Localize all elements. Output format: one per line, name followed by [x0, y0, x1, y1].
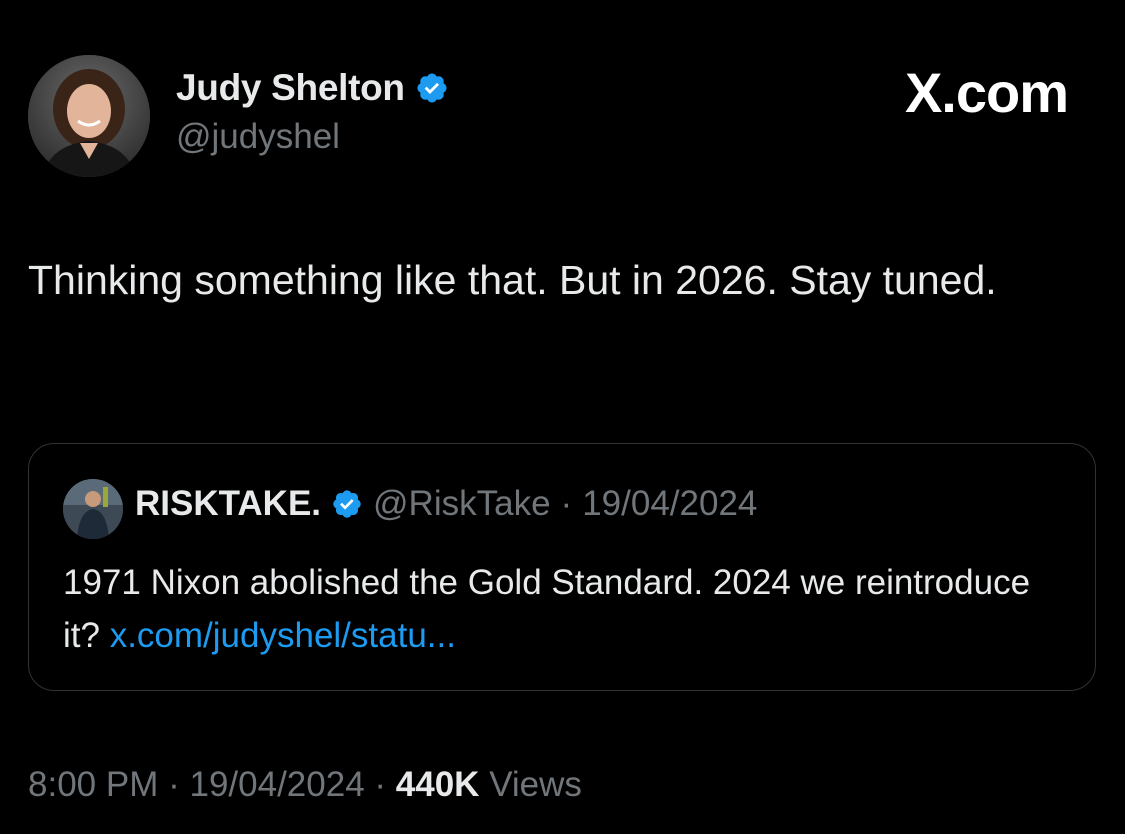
- verified-badge-icon: [331, 488, 363, 520]
- author-info: Judy Shelton @judyshel: [176, 65, 449, 157]
- quote-author-avatar[interactable]: [63, 479, 123, 539]
- author-avatar-image: [28, 55, 150, 177]
- tweet-date[interactable]: 19/04/2024: [189, 765, 364, 804]
- x-com-logo: X.com: [904, 61, 1069, 124]
- quote-author-handle[interactable]: @RiskTake: [373, 484, 551, 524]
- meta-separator: ·: [374, 765, 387, 804]
- quote-author-name[interactable]: RISKTAKE.: [135, 484, 321, 524]
- tweet-time[interactable]: 8:00 PM: [28, 765, 158, 804]
- author-handle[interactable]: @judyshel: [176, 117, 449, 157]
- tweet-meta: 8:00 PM · 19/04/2024 · 440K Views: [28, 765, 582, 805]
- quote-text: 1971 Nixon abolished the Gold Standard. …: [63, 556, 1063, 662]
- quote-link[interactable]: x.com/judyshel/statu...: [110, 616, 456, 655]
- author-name-row: Judy Shelton: [176, 65, 449, 111]
- views-label: Views: [489, 765, 582, 804]
- tweet-text: Thinking something like that. But in 202…: [28, 257, 997, 303]
- quote-date[interactable]: 19/04/2024: [582, 484, 757, 524]
- quoted-tweet-card[interactable]: RISKTAKE. @RiskTake · 19/04/2024 1971 Ni…: [28, 443, 1096, 691]
- meta-separator: ·: [168, 765, 180, 804]
- verified-badge-icon: [415, 71, 449, 105]
- tweet-header: Judy Shelton @judyshel X.com: [28, 55, 1098, 177]
- author-name[interactable]: Judy Shelton: [176, 67, 405, 109]
- quote-author-avatar-image: [63, 479, 123, 539]
- author-avatar[interactable]: [28, 55, 150, 177]
- quote-header: RISKTAKE. @RiskTake · 19/04/2024: [135, 484, 757, 524]
- quote-separator: ·: [560, 484, 573, 523]
- views-count[interactable]: 440K: [396, 765, 480, 804]
